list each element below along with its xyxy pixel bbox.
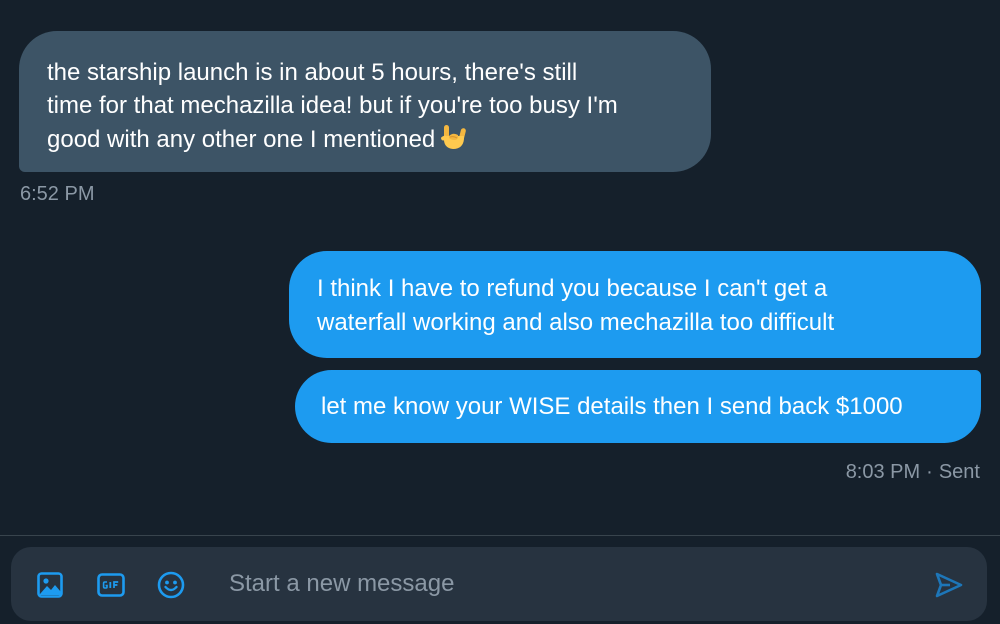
sent-status: Sent	[938, 461, 980, 483]
incoming-message-time: 6:52 PM	[20, 183, 95, 205]
incoming-message-bubble[interactable]: the starship launch is in about 5 hours,…	[19, 31, 711, 172]
message-composer	[11, 547, 987, 621]
status-separator: ·	[926, 461, 933, 483]
composer-divider	[0, 535, 1000, 536]
outgoing-message-bubble[interactable]: I think I have to refund you because I c…	[289, 251, 981, 358]
message-line: good with any other one I mentioned	[47, 122, 691, 156]
outgoing-message-bubble[interactable]: let me know your WISE details then I sen…	[295, 370, 981, 443]
message-line-text: good with any other one I mentioned	[47, 126, 436, 153]
emoji-icon[interactable]	[156, 570, 186, 600]
message-status: 8:03 PM · Sent	[846, 461, 980, 484]
message-line: the starship launch is in about 5 hours,…	[47, 59, 578, 86]
message-line: let me know your WISE details then I sen…	[321, 393, 903, 420]
outgoing-message-time: 8:03 PM	[845, 461, 921, 483]
conversation-area: the starship launch is in about 5 hours,…	[0, 0, 1000, 535]
gif-icon[interactable]	[96, 570, 126, 600]
sign-of-the-horns-icon	[439, 122, 469, 152]
send-icon[interactable]	[933, 569, 965, 601]
message-input[interactable]	[229, 565, 909, 603]
image-icon[interactable]	[35, 570, 65, 600]
message-line: waterfall working and also mechazilla to…	[317, 309, 835, 336]
message-line: I think I have to refund you because I c…	[317, 275, 828, 302]
message-line: time for that mechazilla idea! but if yo…	[47, 92, 618, 119]
